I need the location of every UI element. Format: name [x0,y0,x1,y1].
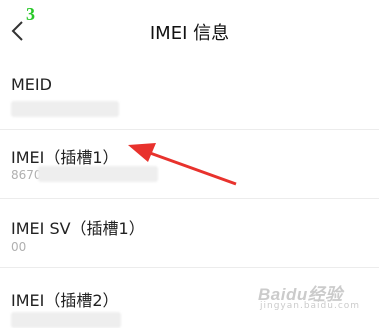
watermark: Baidu经验 jingyan.baidu.com [250,276,378,316]
info-row-imei-sv-slot1: IMEI SV（插槽1） 00 [0,199,379,267]
redacted-value [11,101,119,117]
row-label: IMEI（插槽1） [11,148,119,167]
top-bar: 3 IMEI 信息 [0,0,379,62]
row-label: IMEI（插槽2） [11,291,119,310]
row-label: IMEI SV（插槽1） [11,219,145,238]
info-row-meid: MEID [0,62,379,130]
info-row-imei-slot1: IMEI（插槽1） 86706 [0,130,379,198]
row-value: 00 [11,240,27,254]
redacted-value [38,166,158,182]
row-label: MEID [11,75,52,94]
page-title: IMEI 信息 [149,23,230,44]
watermark-url: jingyan.baidu.com [260,301,361,311]
